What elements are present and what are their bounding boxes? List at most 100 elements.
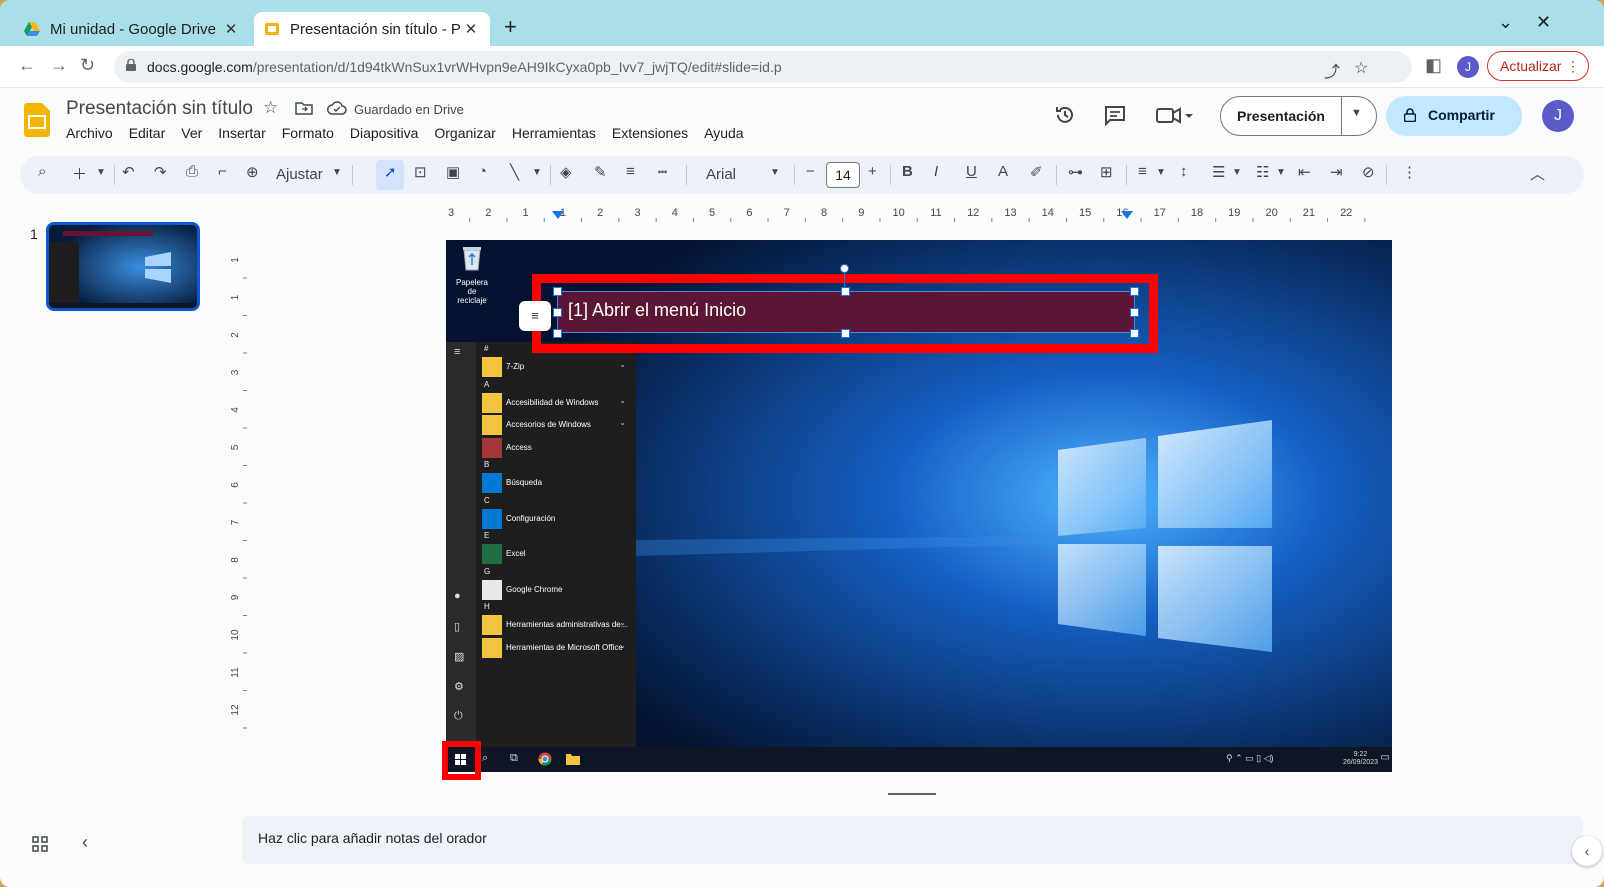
more-options-icon[interactable]: ⋮ — [1402, 163, 1417, 181]
start-menu-item[interactable]: Herramientas administrativas de... ⌄ — [482, 615, 632, 635]
expand-chevron-icon[interactable]: ⌄ — [619, 618, 626, 627]
font-size-input[interactable]: 14 — [826, 162, 860, 188]
notifications-icon[interactable]: ▭ — [1381, 752, 1390, 763]
menu-archivo[interactable]: Archivo — [66, 125, 113, 141]
slides-logo-icon[interactable] — [24, 103, 50, 137]
zoom-select[interactable]: Ajustar — [276, 166, 323, 183]
text-color-icon[interactable]: A — [998, 163, 1008, 180]
menu-extensiones[interactable]: Extensiones — [612, 125, 688, 141]
side-panel-toggle-chevron-icon[interactable]: ‹ — [1572, 836, 1602, 866]
menu-formato[interactable]: Formato — [282, 125, 334, 141]
share-page-icon[interactable]: ⤴ — [1324, 58, 1340, 82]
tab-google-drive[interactable]: Mi unidad - Google Drive ✕ — [14, 12, 250, 46]
window-close-icon[interactable]: ✕ — [1536, 12, 1551, 33]
rotation-handle[interactable] — [840, 264, 849, 273]
task-view-icon[interactable]: ⧉ — [510, 752, 518, 765]
resize-handle[interactable] — [553, 329, 562, 338]
expand-chevron-icon[interactable]: ⌄ — [619, 360, 626, 369]
align-chevron-icon[interactable]: ▼ — [1156, 167, 1166, 178]
collapse-filmstrip-chevron-icon[interactable]: ‹ — [82, 832, 88, 853]
user-avatar-icon[interactable]: ● — [454, 590, 461, 602]
zoom-icon[interactable]: ⊕ — [246, 163, 259, 181]
hamburger-icon[interactable]: ≡ — [454, 346, 460, 358]
power-icon[interactable]: ⏻ — [454, 710, 463, 723]
new-slide-icon[interactable]: ＋ — [72, 163, 87, 184]
insert-link-icon[interactable]: ⊶ — [1068, 163, 1083, 181]
start-menu-item[interactable]: Configuración — [482, 508, 632, 529]
system-tray-icons[interactable]: ⚲ ⌃ ▭ ▯ ◁) — [1226, 753, 1274, 764]
menu-ver[interactable]: Ver — [181, 125, 202, 141]
start-menu-item[interactable]: Accesibilidad de Windows ⌄ — [482, 392, 632, 413]
start-menu-item[interactable]: 7-Zip ⌄ — [482, 357, 632, 377]
select-cursor-icon[interactable]: ➚ — [384, 163, 397, 181]
documents-icon[interactable]: ▯ — [454, 620, 460, 633]
start-menu-group-letter[interactable]: B — [484, 460, 489, 469]
print-icon[interactable]: ⎙ — [186, 163, 198, 180]
undo-icon[interactable]: ↶ — [122, 163, 135, 181]
tab-search-icon[interactable]: ⌄ — [1498, 12, 1513, 33]
text-box-icon[interactable]: ⊡ — [414, 163, 427, 181]
document-title[interactable]: Presentación sin título — [66, 98, 253, 120]
resize-handle[interactable] — [553, 287, 562, 296]
align-icon[interactable]: ≡ — [1138, 163, 1147, 180]
search-menus-icon[interactable]: ⌕ — [38, 163, 46, 180]
border-dash-icon[interactable]: ┅ — [658, 163, 667, 181]
menu-organizar[interactable]: Organizar — [434, 125, 495, 141]
file-explorer-icon[interactable] — [566, 753, 580, 765]
profile-avatar[interactable]: J — [1457, 56, 1479, 78]
increase-font-size-icon[interactable]: + — [868, 163, 877, 180]
taskbar-search-icon[interactable]: ⌕ — [482, 752, 488, 765]
line-icon[interactable]: ╲ — [510, 163, 519, 181]
notes-resize-handle[interactable] — [888, 793, 936, 795]
new-tab-icon[interactable]: + — [504, 14, 517, 40]
address-bar[interactable]: docs.google.com/presentation/d/1d94tkWnS… — [114, 51, 1412, 83]
font-family-select[interactable]: Arial — [706, 166, 736, 183]
bulleted-list-chevron-icon[interactable]: ▼ — [1232, 167, 1242, 178]
resize-handle[interactable] — [841, 287, 850, 296]
chrome-taskbar-icon[interactable] — [538, 752, 552, 766]
menu-insertar[interactable]: Insertar — [218, 125, 265, 141]
expand-chevron-icon[interactable]: ⌄ — [619, 396, 626, 405]
paint-format-icon[interactable]: ⌐ — [218, 163, 227, 180]
decrease-font-size-icon[interactable]: − — [806, 163, 815, 180]
resize-handle[interactable] — [841, 329, 850, 338]
start-button-highlight[interactable] — [442, 741, 481, 780]
move-folder-icon[interactable] — [295, 101, 313, 115]
decrease-indent-icon[interactable]: ⇤ — [1298, 163, 1311, 181]
line-chevron-icon[interactable]: ▼ — [532, 167, 542, 178]
resize-handle[interactable] — [1130, 287, 1139, 296]
start-menu-item[interactable]: Herramientas de Microsoft Office ⌄ — [482, 637, 632, 658]
meet-video-icon[interactable] — [1156, 104, 1194, 126]
start-menu-group-letter[interactable]: H — [484, 602, 490, 611]
menu-diapositiva[interactable]: Diapositiva — [350, 125, 418, 141]
speaker-notes[interactable]: Haz clic para añadir notas del orador — [242, 816, 1583, 864]
numbered-list-chevron-icon[interactable]: ▼ — [1276, 167, 1286, 178]
start-menu-group-letter[interactable]: C — [484, 496, 490, 505]
start-menu-item[interactable]: Google Chrome — [482, 579, 632, 600]
menu-herramientas[interactable]: Herramientas — [512, 125, 596, 141]
drag-handle-icon[interactable]: ≡ — [519, 301, 551, 331]
underline-icon[interactable]: U — [966, 163, 977, 180]
border-color-icon[interactable]: ✎ — [594, 163, 607, 181]
share-button[interactable]: Compartir — [1386, 96, 1522, 136]
bold-icon[interactable]: B — [902, 163, 913, 180]
present-options-chevron-icon[interactable]: ▼ — [1351, 107, 1362, 119]
numbered-list-icon[interactable]: ☷ — [1256, 163, 1269, 181]
expand-chevron-icon[interactable]: ⌄ — [619, 641, 626, 650]
version-history-icon[interactable] — [1054, 104, 1076, 126]
settings-gear-icon[interactable]: ⚙ — [454, 680, 464, 693]
side-panel-icon[interactable]: ◧ — [1425, 55, 1442, 76]
back-icon[interactable]: ← — [18, 55, 36, 76]
menu-editar[interactable]: Editar — [129, 125, 166, 141]
recycle-bin-shortcut[interactable]: Papelera de reciclaje — [454, 245, 490, 305]
line-spacing-icon[interactable]: ↕ — [1180, 163, 1188, 180]
reload-icon[interactable]: ↻ — [80, 55, 95, 76]
italic-icon[interactable]: I — [934, 163, 938, 180]
pictures-icon[interactable]: ▨ — [454, 650, 464, 663]
increase-indent-icon[interactable]: ⇥ — [1330, 163, 1343, 181]
bookmark-star-icon[interactable]: ☆ — [1354, 58, 1368, 78]
update-button[interactable]: Actualizar ⋮ — [1487, 51, 1589, 81]
selected-text-box[interactable]: [1] Abrir el menú Inicio — [557, 291, 1135, 333]
close-tab-icon[interactable]: ✕ — [222, 20, 240, 38]
tab-slides[interactable]: Presentación sin título - Presentaciones… — [254, 12, 490, 46]
